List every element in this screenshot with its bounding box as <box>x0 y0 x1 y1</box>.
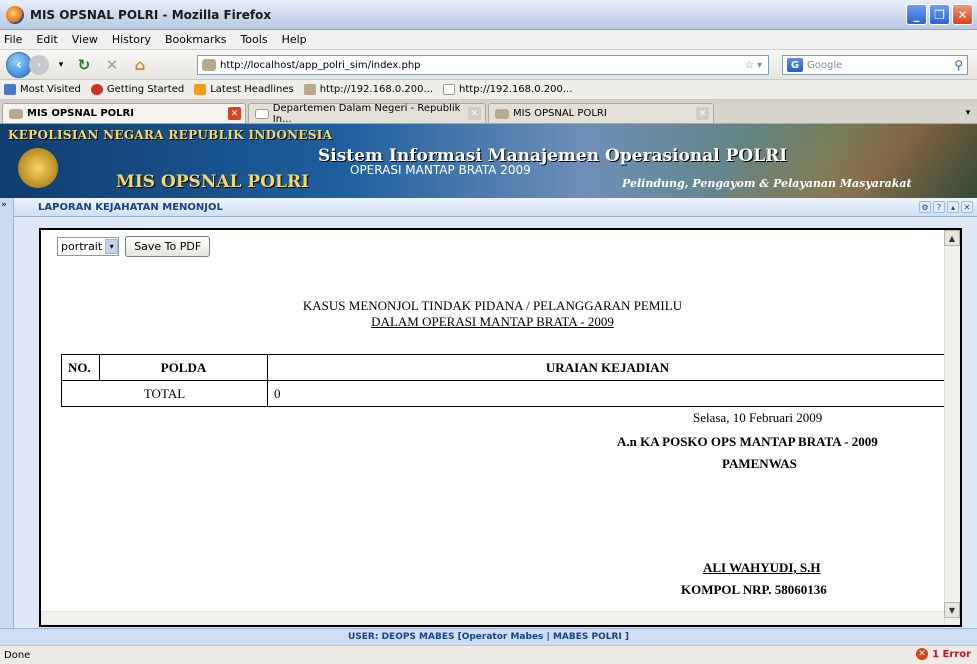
refresh-icon[interactable]: ⚙ <box>919 201 931 213</box>
close-tab-icon[interactable]: ✕ <box>468 107 481 120</box>
close-tab-icon[interactable]: ✕ <box>228 107 241 120</box>
scroll-up-icon[interactable]: ▲ <box>944 230 960 246</box>
tab-mis-opsnal-2[interactable]: MIS OPSNAL POLRI ✕ <box>488 103 714 123</box>
menu-help[interactable]: Help <box>282 33 307 46</box>
tab-favicon <box>9 108 23 119</box>
window-title: MIS OPSNAL POLRI - Mozilla Firefox <box>30 7 272 22</box>
scroll-down-icon[interactable]: ▼ <box>944 602 960 618</box>
signer-title: A.n KA POSKO OPS MANTAP BRATA - 2009 <box>617 434 878 449</box>
signer-role: PAMENWAS <box>722 456 797 471</box>
menu-bar: File Edit View History Bookmarks Tools H… <box>0 30 977 50</box>
col-uraian: URAIAN KEJADIAN <box>267 354 948 381</box>
save-to-pdf-button[interactable]: Save To PDF <box>125 236 211 257</box>
url-text: http://localhost/app_polri_sim/index.php <box>220 59 421 71</box>
bookmark-label: http://192.168.0.200... <box>459 84 573 95</box>
horizontal-scrollbar[interactable] <box>41 611 944 625</box>
app-short-name: MIS OPSNAL POLRI <box>116 172 310 192</box>
close-tab-icon[interactable]: ✕ <box>696 107 709 120</box>
total-value: 0 <box>267 380 948 407</box>
motto: Pelindung, Pengayom & Pelayanan Masyarak… <box>622 177 912 190</box>
orientation-select[interactable]: portrait ▾ <box>57 237 120 256</box>
total-label: TOTAL <box>61 380 268 407</box>
close-window-button[interactable]: ✕ <box>952 4 973 25</box>
vertical-scrollbar[interactable]: ▲ ▼ <box>944 230 960 625</box>
bookmark-getting-started[interactable]: Getting Started <box>90 84 185 95</box>
app-banner: KEPOLISIAN NEGARA REPUBLIK INDONESIA MIS… <box>0 124 977 198</box>
report-table: NO. POLDA URAIAN KEJADIAN TOTAL 0 <box>61 354 948 407</box>
forward-button[interactable]: › <box>29 54 49 75</box>
tab-label: MIS OPSNAL POLRI <box>513 108 607 119</box>
menu-history[interactable]: History <box>112 33 151 46</box>
report-document: portrait ▾ Save To PDF KASUS MENONJOL TI… <box>39 228 962 627</box>
org-name: KEPOLISIAN NEGARA REPUBLIK INDONESIA <box>8 128 333 142</box>
report-date: Selasa, 10 Februari 2009 <box>693 410 823 425</box>
bookmark-label: Most Visited <box>20 84 81 95</box>
tab-label: MIS OPSNAL POLRI <box>27 108 134 119</box>
tab-depdagri[interactable]: Departemen Dalam Negeri - Republik In...… <box>248 102 486 125</box>
list-all-tabs-icon[interactable]: ▾ <box>961 105 975 121</box>
site-favicon <box>202 59 216 71</box>
orientation-value: portrait <box>61 240 103 253</box>
col-no: NO. <box>61 354 100 381</box>
bookmarks-toolbar: Most Visited Getting Started Latest Head… <box>0 80 977 100</box>
report-title-line2: DALAM OPERASI MANTAP BRATA - 2009 <box>371 314 614 329</box>
tab-mis-opsnal-active[interactable]: MIS OPSNAL POLRI ✕ <box>2 103 246 123</box>
bookmark-ip-1[interactable]: http://192.168.0.200... <box>303 84 434 95</box>
table-header-row: NO. POLDA URAIAN KEJADIAN <box>61 354 948 381</box>
tab-favicon <box>495 108 509 119</box>
minimize-button[interactable]: _ <box>906 4 927 25</box>
collapse-icon[interactable]: ▴ <box>947 201 959 213</box>
user-info-bar: USER: DEOPS MABES [Operator Mabes | MABE… <box>0 628 977 645</box>
panel-header: LAPORAN KEJAHATAN MENONJOL ⚙ ? ▴ ✕ <box>14 198 977 217</box>
bookmark-label: Latest Headlines <box>210 84 294 95</box>
search-placeholder: Google <box>807 59 843 71</box>
stop-icon[interactable]: ✕ <box>101 54 123 76</box>
tab-strip: MIS OPSNAL POLRI ✕ Departemen Dalam Nege… <box>0 102 977 125</box>
bookmark-latest-headlines[interactable]: Latest Headlines <box>194 84 294 95</box>
menu-file[interactable]: File <box>4 33 22 46</box>
status-text: Done <box>4 649 31 661</box>
history-dropdown-icon[interactable]: ▾ <box>55 54 67 76</box>
close-panel-icon[interactable]: ✕ <box>961 201 973 213</box>
menu-view[interactable]: View <box>72 33 98 46</box>
polri-emblem-icon <box>18 148 58 188</box>
col-polda: POLDA <box>99 354 268 381</box>
tab-favicon <box>255 108 269 119</box>
bookmark-label: Getting Started <box>106 84 185 95</box>
operation-name: OPERASI MANTAP BRATA 2009 <box>350 163 531 177</box>
reload-icon[interactable]: ↻ <box>73 54 95 76</box>
firefox-icon <box>6 5 24 24</box>
menu-bookmarks[interactable]: Bookmarks <box>165 33 226 46</box>
search-icon[interactable]: ⚲ <box>954 58 963 72</box>
bookmark-most-visited[interactable]: Most Visited <box>4 84 81 95</box>
signer-name: ALI WAHYUDI, S.H <box>703 560 821 575</box>
bookmark-star-icon[interactable]: ☆ ▾ <box>745 60 762 71</box>
bookmark-label: http://192.168.0.200... <box>319 84 434 95</box>
chevron-down-icon[interactable]: ▾ <box>105 239 119 254</box>
panel-title: LAPORAN KEJAHATAN MENONJOL <box>38 201 223 213</box>
window-titlebar: MIS OPSNAL POLRI - Mozilla Firefox _ ❐ ✕ <box>0 0 977 30</box>
report-title-line1: KASUS MENONJOL TINDAK PIDANA / PELANGGAR… <box>302 298 683 313</box>
error-indicator[interactable]: ✕ 1 Error <box>916 648 971 660</box>
collapsed-sidebar[interactable]: » <box>0 198 14 628</box>
google-icon[interactable]: G <box>787 58 803 72</box>
home-icon[interactable]: ⌂ <box>129 54 151 76</box>
search-bar[interactable]: G Google ⚲ <box>782 55 968 75</box>
menu-edit[interactable]: Edit <box>36 33 57 46</box>
error-count: 1 Error <box>932 648 971 660</box>
tab-label: Departemen Dalam Negeri - Republik In... <box>272 102 461 125</box>
maximize-button[interactable]: ❐ <box>929 4 950 25</box>
error-icon: ✕ <box>916 648 929 660</box>
table-row: TOTAL 0 <box>61 380 948 407</box>
address-bar[interactable]: http://localhost/app_polri_sim/index.php… <box>197 55 769 75</box>
bookmark-ip-2[interactable]: http://192.168.0.200... <box>443 84 572 95</box>
report-title-line2-wrap: DALAM OPERASI MANTAP BRATA - 2009 <box>41 314 944 330</box>
help-icon[interactable]: ? <box>933 201 945 213</box>
status-bar: Done ✕ 1 Error <box>0 645 977 664</box>
expand-sidebar-icon[interactable]: » <box>1 200 12 211</box>
menu-tools[interactable]: Tools <box>240 33 267 46</box>
signer-rank: KOMPOL NRP. 58060136 <box>681 582 827 597</box>
